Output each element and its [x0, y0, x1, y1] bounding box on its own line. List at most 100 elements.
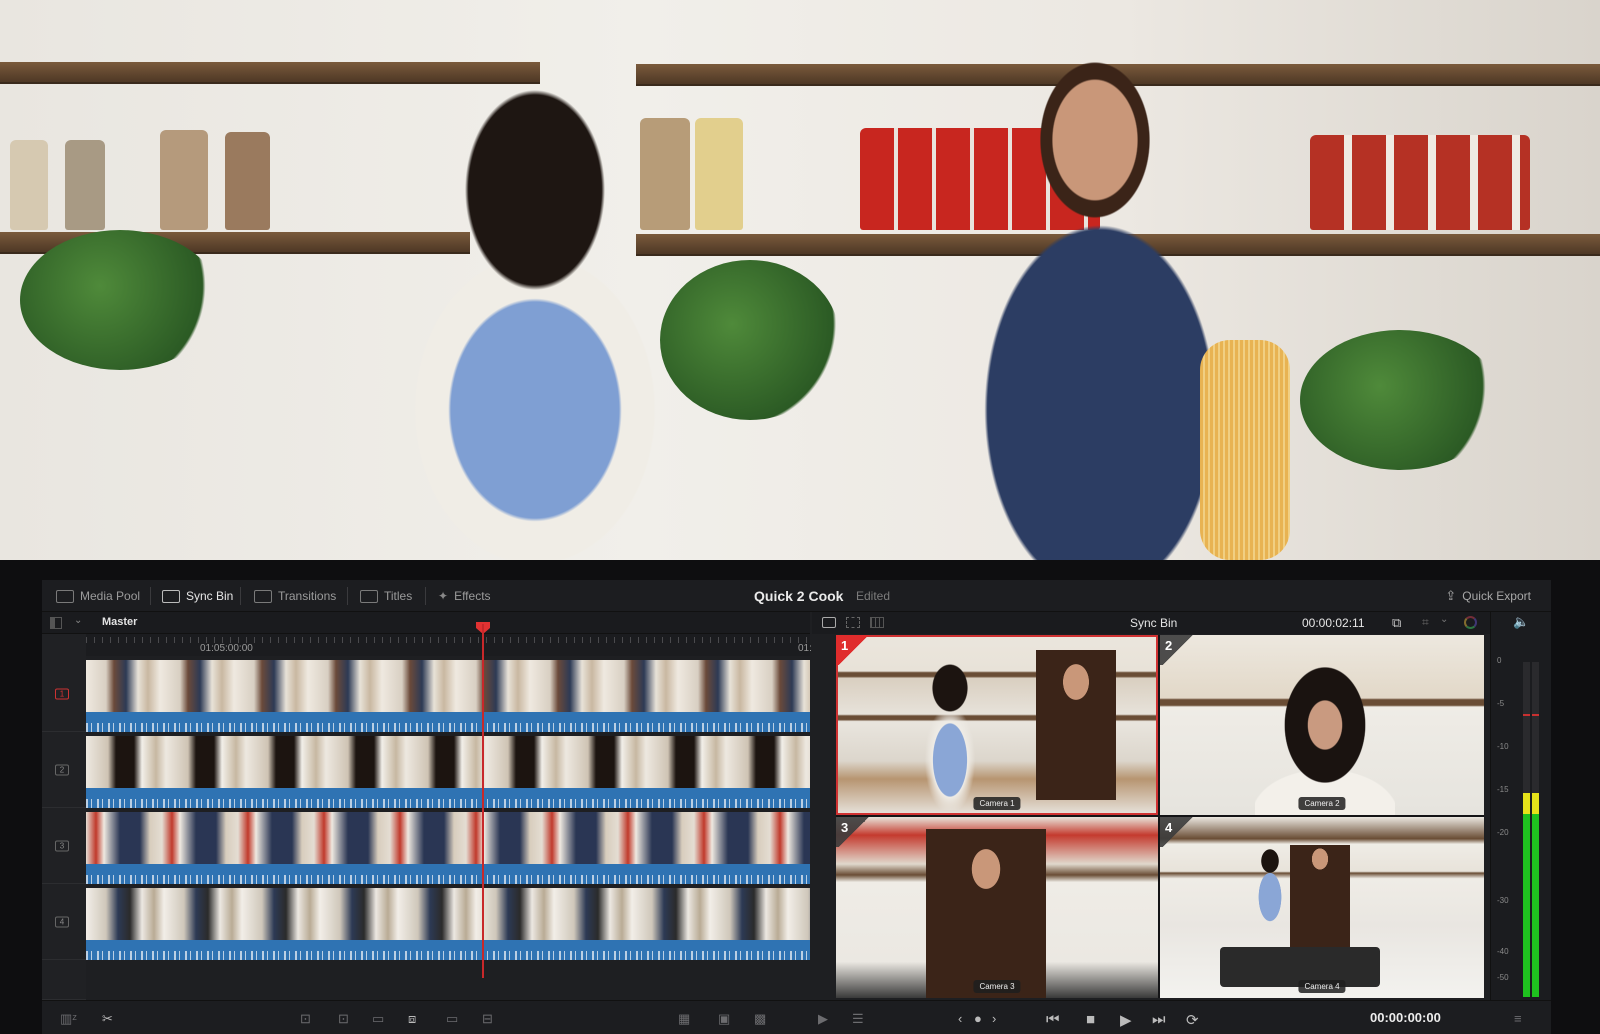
- settings-sliders-icon[interactable]: ☰: [852, 1011, 864, 1027]
- jar: [10, 140, 48, 230]
- transform-icon[interactable]: ⌗: [1422, 615, 1429, 630]
- layout-toggle-icon[interactable]: [50, 617, 62, 629]
- presenter-right: [926, 829, 1046, 998]
- track-header-3[interactable]: 3: [42, 808, 86, 884]
- play-button[interactable]: ▶: [1120, 1011, 1132, 1029]
- jump-to-end-button[interactable]: ⏭: [1152, 1011, 1166, 1028]
- video-track-1[interactable]: [86, 660, 810, 732]
- timeline-header: ⌄ Master: [42, 612, 810, 634]
- play-clip-icon[interactable]: ▶: [818, 1011, 828, 1027]
- angle-4[interactable]: 4 Camera 4: [1160, 817, 1484, 998]
- marker-dot-icon[interactable]: ●: [974, 1011, 982, 1026]
- angle-2[interactable]: 2 Camera 2: [1160, 635, 1484, 815]
- tab-label: Transitions: [278, 589, 337, 603]
- clip-thumbnails: [86, 812, 810, 864]
- meter-peak-hold: [1532, 714, 1539, 717]
- meter-level-green: [1532, 814, 1539, 997]
- ruler-timecode: 01:: [798, 643, 812, 654]
- presenter-left: [1255, 655, 1395, 815]
- track-number: 1: [55, 688, 69, 699]
- meter-level-green: [1523, 814, 1530, 997]
- menu-icon[interactable]: ≡: [1514, 1011, 1522, 1026]
- viewer-title: Sync Bin: [1130, 616, 1178, 630]
- angle-number: 2: [1160, 635, 1196, 665]
- tab-media-pool[interactable]: Media Pool: [56, 580, 140, 612]
- tab-label: Titles: [384, 589, 413, 603]
- divider: [240, 587, 241, 605]
- dissolve-icon[interactable]: ▣: [718, 1011, 730, 1027]
- track-number: 4: [55, 916, 69, 927]
- jump-to-start-button[interactable]: ⏮: [1046, 1011, 1060, 1028]
- angle-1[interactable]: 1 Camera 1: [836, 635, 1158, 815]
- project-status: Edited: [856, 589, 891, 603]
- audio-view-icon[interactable]: ▩: [754, 1011, 766, 1027]
- tab-titles[interactable]: Titles: [360, 580, 412, 612]
- export-icon: ⇪: [1445, 588, 1457, 603]
- audio-waveform: [86, 788, 810, 808]
- snooze-icon[interactable]: ▥ᶻ: [60, 1011, 77, 1027]
- meter-scale-label: -10: [1497, 742, 1509, 751]
- audio-waveform: [86, 940, 810, 960]
- crop-icon[interactable]: [846, 617, 860, 628]
- source-overwrite-icon[interactable]: ⊟: [482, 1011, 493, 1027]
- video-track-4[interactable]: [86, 888, 810, 960]
- tab-sync-bin[interactable]: Sync Bin: [162, 580, 233, 612]
- track-header-empty: [42, 960, 86, 1000]
- video-track-3[interactable]: [86, 812, 810, 884]
- track-header-2[interactable]: 2: [42, 732, 86, 808]
- tab-effects[interactable]: ✦ Effects: [438, 580, 491, 612]
- divider: [150, 587, 151, 605]
- jar: [225, 132, 270, 230]
- plant: [20, 230, 220, 370]
- track-header-1[interactable]: 1: [42, 656, 86, 732]
- tab-transitions[interactable]: Transitions: [254, 580, 336, 612]
- video-track-2[interactable]: [86, 736, 810, 808]
- prev-marker-icon[interactable]: ‹: [958, 1011, 962, 1026]
- meter-scale-label: -20: [1497, 828, 1509, 837]
- camera-sync-icon[interactable]: ⧉: [1392, 615, 1401, 631]
- speaker-icon[interactable]: 🔈: [1513, 614, 1529, 630]
- bin-name: Master: [102, 616, 138, 628]
- meter-scale-label: -30: [1497, 896, 1509, 905]
- tab-label: Media Pool: [80, 589, 141, 603]
- scissors-icon[interactable]: ✂: [102, 1011, 113, 1027]
- append-icon[interactable]: ⊡: [338, 1011, 349, 1027]
- split-icon[interactable]: ▦: [678, 1011, 690, 1027]
- chevron-down-icon[interactable]: ⌄: [74, 615, 82, 626]
- smart-insert-icon[interactable]: ⊡: [300, 1011, 311, 1027]
- meter-scale-label: -15: [1497, 785, 1509, 794]
- filmstrip-icon[interactable]: [870, 617, 884, 628]
- viewer-header: Sync Bin 00:00:02:11 ⧉ ⌗ ⌄: [812, 612, 1492, 634]
- ripple-overwrite-icon[interactable]: ▭: [372, 1011, 384, 1027]
- angle-number: 1: [836, 635, 872, 665]
- meter-scale-label: -5: [1497, 699, 1505, 708]
- clip-thumbnails: [86, 736, 810, 788]
- camera-label: Camera 2: [1298, 797, 1346, 810]
- audio-waveform: [86, 864, 810, 884]
- track-header-4[interactable]: 4: [42, 884, 86, 960]
- quick-export-button[interactable]: ⇪ Quick Export: [1445, 588, 1531, 604]
- angle-3[interactable]: 3 Camera 3: [836, 817, 1158, 998]
- divider: [347, 587, 348, 605]
- loop-button[interactable]: ⟳: [1186, 1011, 1199, 1029]
- media-pool-icon: [56, 589, 74, 603]
- tab-label: Sync Bin: [186, 589, 234, 603]
- next-marker-icon[interactable]: ›: [992, 1011, 996, 1026]
- track-number: 3: [55, 840, 69, 851]
- sync-bin-icon: [162, 589, 180, 603]
- cut-page-panel: Media Pool Sync Bin Transitions Titles ✦…: [42, 580, 1551, 1034]
- close-up-icon[interactable]: ⧈: [408, 1011, 416, 1027]
- chevron-down-icon[interactable]: ⌄: [1440, 614, 1448, 625]
- color-wheel-icon[interactable]: [1464, 616, 1477, 629]
- stop-button[interactable]: ■: [1086, 1011, 1095, 1028]
- playhead[interactable]: [482, 624, 484, 978]
- image-view-icon[interactable]: [822, 617, 836, 628]
- audio-waveform: [86, 712, 810, 732]
- meter-level-yellow: [1532, 792, 1539, 815]
- camera-label: Camera 1: [973, 797, 1021, 810]
- timeline-ruler[interactable]: 01:05:00:00 01:: [86, 634, 812, 656]
- transport-timecode: 00:00:00:00: [1370, 1010, 1441, 1025]
- place-on-top-icon[interactable]: ▭: [446, 1011, 458, 1027]
- pasta: [1200, 340, 1290, 560]
- jar: [65, 140, 105, 230]
